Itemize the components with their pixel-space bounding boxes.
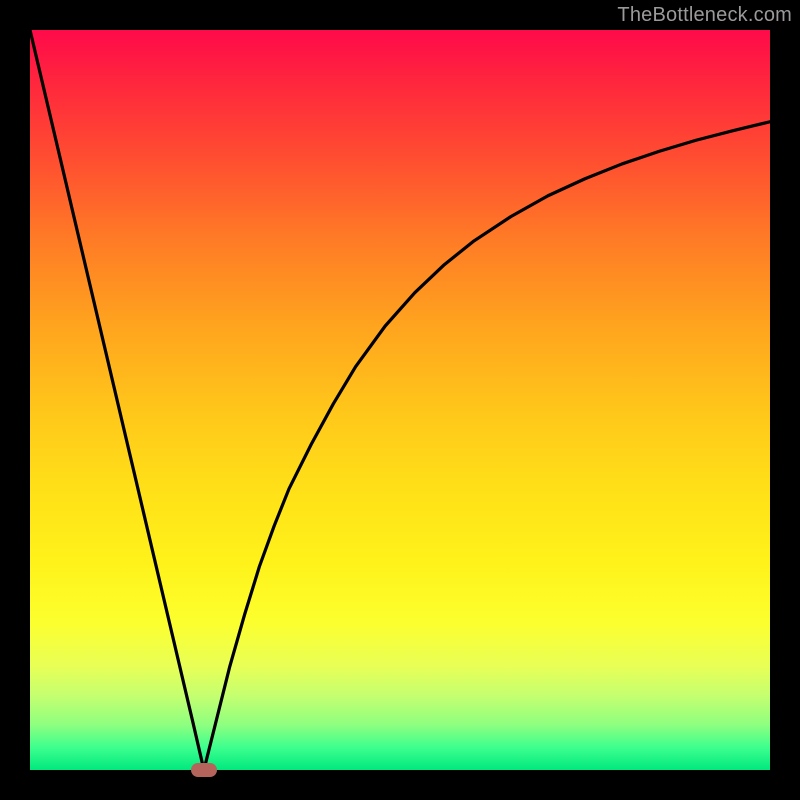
chart-frame: TheBottleneck.com	[0, 0, 800, 800]
bottleneck-curve	[30, 30, 770, 770]
plot-area	[30, 30, 770, 770]
watermark-text: TheBottleneck.com	[617, 4, 792, 27]
curve-svg	[30, 30, 770, 770]
minimum-marker	[191, 763, 217, 777]
